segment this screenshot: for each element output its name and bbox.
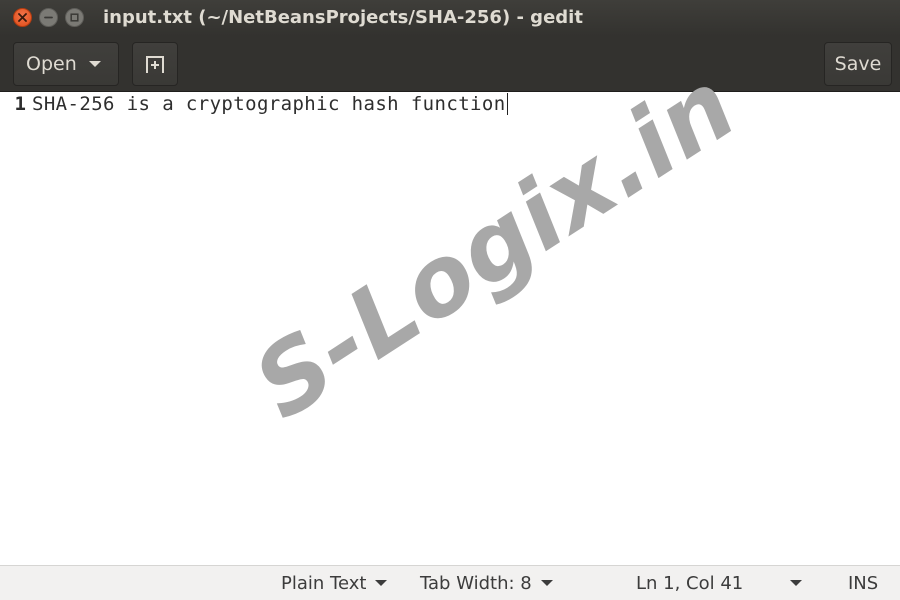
language-label: Plain Text — [281, 572, 367, 594]
minimize-window-button[interactable] — [39, 8, 58, 27]
window-title: input.txt (~/NetBeansProjects/SHA-256) -… — [103, 7, 583, 28]
chevron-down-icon — [375, 580, 388, 586]
title-bar: input.txt (~/NetBeansProjects/SHA-256) -… — [0, 0, 900, 36]
position-menu-button[interactable] — [790, 566, 802, 600]
cursor-position-label: Ln 1, Col 41 — [636, 572, 744, 594]
insert-mode-indicator[interactable]: INS — [848, 566, 878, 600]
open-button[interactable]: Open — [13, 42, 119, 86]
close-icon — [18, 13, 27, 22]
open-button-label: Open — [26, 53, 77, 75]
gedit-window: input.txt (~/NetBeansProjects/SHA-256) -… — [0, 0, 900, 600]
chevron-down-icon — [88, 61, 101, 67]
status-bar: Plain Text Tab Width: 8 Ln 1, Col 41 INS — [0, 565, 900, 600]
line-number: 1 — [14, 93, 26, 115]
insert-mode-label: INS — [848, 572, 879, 594]
chevron-down-icon — [790, 580, 802, 586]
minimize-icon — [44, 16, 53, 19]
editor-line: 1 SHA-256 is a cryptographic hash functi… — [0, 92, 508, 116]
close-window-button[interactable] — [13, 8, 32, 27]
chevron-down-icon — [540, 580, 553, 586]
new-tab-icon — [146, 56, 164, 73]
line-text[interactable]: SHA-256 is a cryptographic hash function — [32, 93, 506, 115]
tab-width-selector[interactable]: Tab Width: 8 — [420, 566, 553, 600]
maximize-window-button[interactable] — [65, 8, 84, 27]
save-button-label: Save — [834, 53, 882, 75]
new-tab-button[interactable] — [132, 42, 178, 86]
header-bar: Open Save — [0, 36, 900, 92]
text-editor[interactable]: 1 SHA-256 is a cryptographic hash functi… — [0, 49, 900, 565]
language-selector[interactable]: Plain Text — [281, 566, 388, 600]
save-button[interactable]: Save — [824, 42, 892, 86]
text-cursor — [506, 93, 508, 115]
tab-width-label: Tab Width: 8 — [420, 572, 532, 594]
maximize-icon — [70, 13, 79, 22]
cursor-position[interactable]: Ln 1, Col 41 — [636, 566, 743, 600]
